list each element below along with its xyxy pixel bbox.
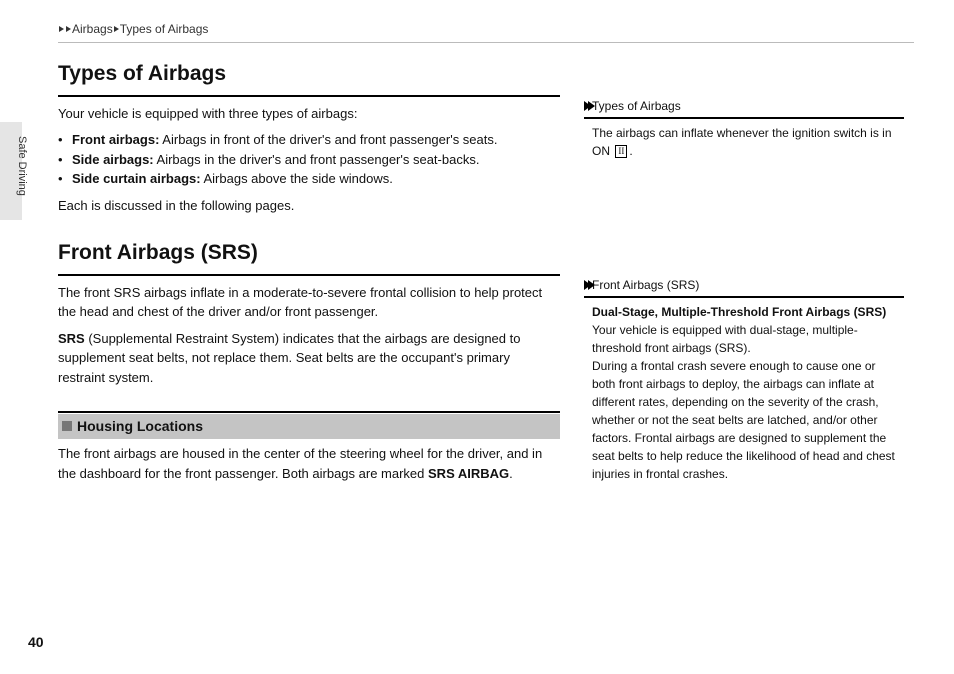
bullet-text: Airbags in the driver's and front passen… (154, 152, 480, 167)
side-column: Types of Airbags The airbags can inflate… (584, 97, 904, 483)
side2-p1: Your vehicle is equipped with dual-stage… (592, 323, 858, 355)
side1-text-pre: The airbags can inflate whenever the ign… (592, 126, 892, 158)
page-number: 40 (28, 634, 44, 650)
side-block-body: The airbags can inflate whenever the ign… (584, 124, 904, 160)
section-heading-front-airbags: Front Airbags (SRS) (58, 237, 560, 276)
list-item: Side curtain airbags: Airbags above the … (58, 169, 560, 189)
side-block-title: Types of Airbags (584, 97, 904, 119)
chevron-right-icon (66, 26, 71, 32)
side1-text-post: . (629, 144, 632, 158)
ignition-on-symbol: II (615, 145, 627, 158)
side-title-text: Front Airbags (SRS) (592, 278, 699, 292)
subsection-bar-housing: Housing Locations (58, 411, 560, 437)
srs-airbag-label: SRS AIRBAG (428, 466, 509, 481)
double-chevron-icon (584, 101, 591, 111)
subsection-bar-inner: Housing Locations (58, 414, 560, 439)
main-column: Types of Airbags Your vehicle is equippe… (58, 58, 560, 490)
section-heading-types: Types of Airbags (58, 58, 560, 97)
bullet-label: Side curtain airbags: (72, 171, 201, 186)
housing-text-post: . (509, 466, 513, 481)
side-tab-label: Safe Driving (16, 136, 28, 196)
list-item: Side airbags: Airbags in the driver's an… (58, 150, 560, 170)
airbag-types-list: Front airbags: Airbags in front of the d… (58, 130, 560, 189)
chevron-right-icon (59, 26, 64, 32)
bullet-text: Airbags in front of the driver's and fro… (159, 132, 497, 147)
section2-p1: The front SRS airbags inflate in a moder… (58, 283, 560, 322)
bullet-text: Airbags above the side windows. (201, 171, 393, 186)
breadcrumb: Airbags Types of Airbags (58, 22, 914, 43)
section2-p2: SRS (Supplemental Restraint System) indi… (58, 329, 560, 388)
dual-stage-heading: Dual-Stage, Multiple-Threshold Front Air… (592, 305, 886, 319)
page-container: Airbags Types of Airbags Safe Driving Typ… (0, 0, 954, 674)
breadcrumb-item: Airbags (72, 22, 113, 36)
side-title-text: Types of Airbags (592, 99, 681, 113)
bullet-label: Side airbags: (72, 152, 154, 167)
chevron-right-icon (114, 26, 119, 32)
srs-text: (Supplemental Restraint System) indicate… (58, 331, 520, 385)
double-chevron-icon (584, 280, 591, 290)
section1-outro: Each is discussed in the following pages… (58, 196, 560, 216)
breadcrumb-item: Types of Airbags (120, 22, 209, 36)
bullet-label: Front airbags: (72, 132, 159, 147)
square-bullet-icon (62, 421, 72, 431)
section1-intro: Your vehicle is equipped with three type… (58, 104, 560, 124)
side2-p2: During a frontal crash severe enough to … (592, 359, 895, 481)
side-block-body: Dual-Stage, Multiple-Threshold Front Air… (584, 303, 904, 483)
list-item: Front airbags: Airbags in front of the d… (58, 130, 560, 150)
housing-body: The front airbags are housed in the cent… (58, 444, 560, 483)
side-block-title: Front Airbags (SRS) (584, 276, 904, 298)
subsection-title: Housing Locations (77, 418, 203, 434)
side-block-front-airbags: Front Airbags (SRS) Dual-Stage, Multiple… (584, 276, 904, 483)
side-block-types: Types of Airbags The airbags can inflate… (584, 97, 904, 160)
srs-label: SRS (58, 331, 85, 346)
